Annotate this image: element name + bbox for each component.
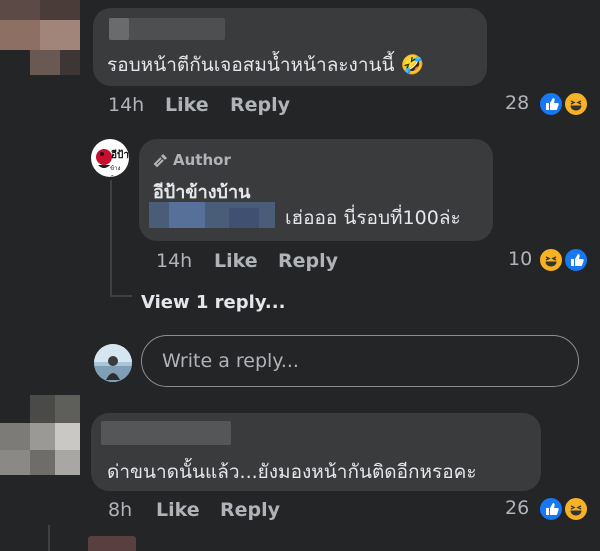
reply-bubble[interactable]: Author อีป้าข้างบ้าน เฮ่อออ นี่รอบที่100… <box>139 139 493 241</box>
pixel-block <box>55 423 80 450</box>
pixel-block <box>40 0 80 20</box>
pixel-block <box>229 208 259 228</box>
haha-icon <box>563 91 589 117</box>
reply-time[interactable]: 14h <box>156 250 192 272</box>
pixel-block <box>0 450 30 475</box>
thread-line <box>48 525 50 551</box>
haha-icon <box>538 247 564 273</box>
pixel-block <box>0 423 30 450</box>
like-button[interactable]: Like <box>165 94 209 116</box>
reply-input[interactable] <box>160 346 564 376</box>
pixel-block <box>55 395 80 423</box>
reaction-count[interactable]: 28 <box>505 92 529 114</box>
comment-bubble[interactable]: รอบหน้าตีกันเจอสมน้ำหน้าละงานนี้ 🤣 <box>93 8 487 86</box>
comment-text: ด่าขนาดนั้นแล้ว...ยังมองหน้ากันติดอีกหรอ… <box>107 461 477 483</box>
author-badge-label: Author <box>173 151 231 169</box>
pixel-block <box>30 50 60 75</box>
pixel-block <box>40 20 80 50</box>
avatar-logo-text: อีป้า <box>111 150 129 161</box>
view-replies-link[interactable]: View 1 reply... <box>141 292 285 313</box>
comment-text: รอบหน้าตีกันเจอสมน้ำหน้าละงานนี้ 🤣 <box>107 54 425 76</box>
pixel-block <box>60 50 80 75</box>
author-avatar[interactable]: อีป้า ข้างบ้าน <box>91 139 129 177</box>
reply-button[interactable]: Reply <box>278 250 338 272</box>
microphone-icon <box>153 152 169 172</box>
author-name-redacted <box>109 18 129 40</box>
pixel-block <box>0 0 40 20</box>
avatar[interactable] <box>0 395 80 477</box>
avatar-logo-subtext: ข้างบ้าน <box>110 165 121 177</box>
comment-time[interactable]: 14h <box>108 94 144 116</box>
like-icon <box>563 247 589 273</box>
reaction-count[interactable]: 10 <box>508 248 532 270</box>
pixel-block <box>0 20 40 50</box>
like-button[interactable]: Like <box>214 250 258 272</box>
pixel-block <box>30 395 55 423</box>
avatar[interactable] <box>0 0 80 80</box>
reply-text: เฮ่อออ นี่รอบที่100ล่ะ <box>285 207 461 229</box>
reply-input-box[interactable] <box>141 335 579 387</box>
pixel-block <box>169 202 205 228</box>
next-avatar-partial <box>88 536 136 551</box>
pixel-block <box>30 450 55 475</box>
thread-line <box>110 295 132 297</box>
comment-time[interactable]: 8h <box>108 499 132 521</box>
like-icon <box>538 496 564 522</box>
comment-bubble[interactable]: ด่าขนาดนั้นแล้ว...ยังมองหน้ากันติดอีกหรอ… <box>91 413 541 491</box>
reaction-count[interactable]: 26 <box>505 497 529 519</box>
current-user-avatar[interactable] <box>94 344 132 382</box>
like-button[interactable]: Like <box>156 499 200 521</box>
reply-button[interactable]: Reply <box>220 499 280 521</box>
haha-icon <box>563 496 589 522</box>
like-icon <box>538 91 564 117</box>
author-name-redacted[interactable] <box>101 421 231 445</box>
pixel-block <box>30 423 55 450</box>
pixel-block <box>55 450 80 475</box>
reply-button[interactable]: Reply <box>230 94 290 116</box>
thread-line <box>110 180 112 297</box>
tagged-name-redacted[interactable] <box>149 202 275 228</box>
